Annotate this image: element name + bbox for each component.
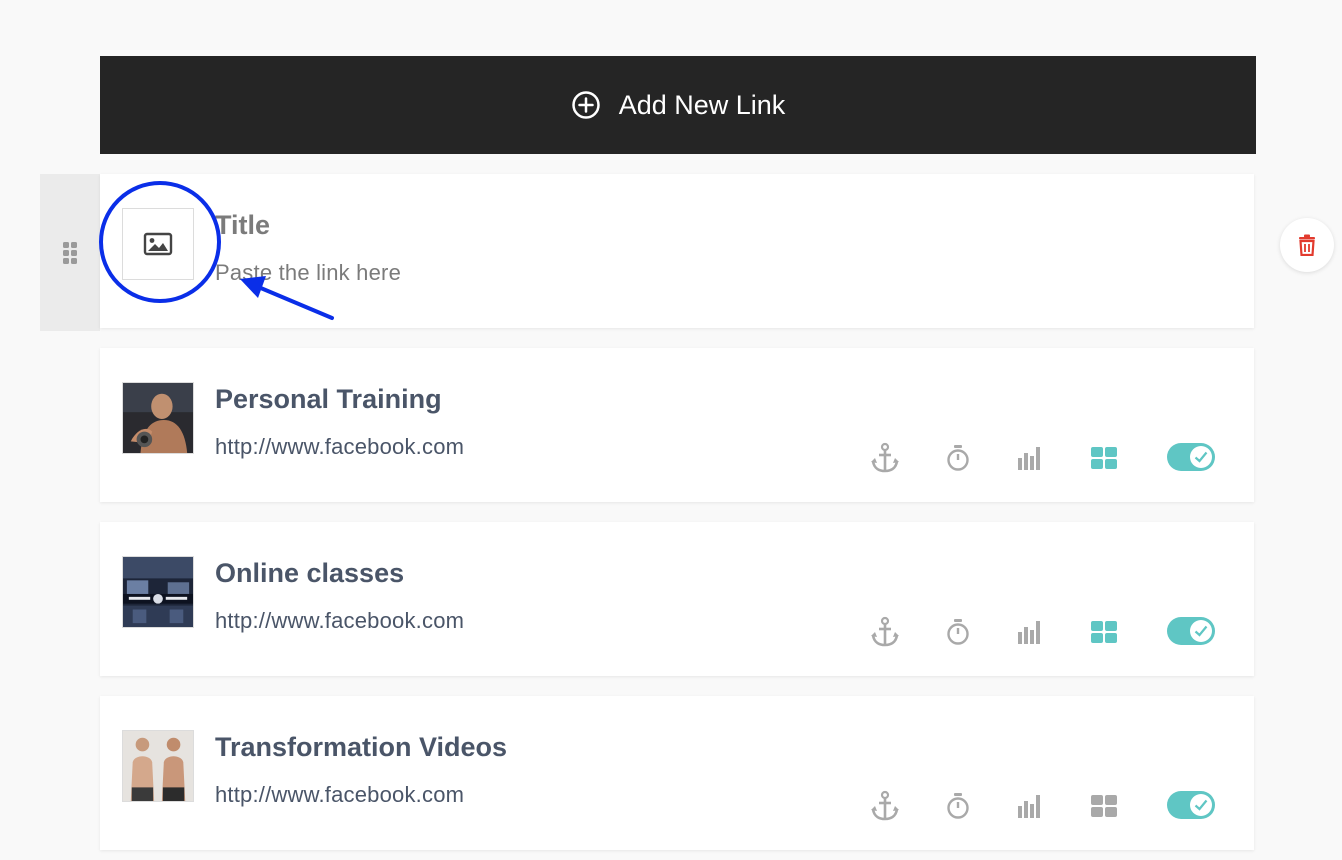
- trash-icon: [1299, 234, 1315, 256]
- timer-icon[interactable]: [944, 617, 972, 647]
- layout-grid-icon[interactable]: [1090, 446, 1118, 470]
- drag-handle[interactable]: [40, 174, 100, 331]
- link-title[interactable]: Online classes: [215, 558, 404, 589]
- url-input[interactable]: Paste the link here: [215, 260, 401, 286]
- anchor-icon[interactable]: [868, 615, 902, 649]
- link-card: Online classes http://www.facebook.com: [100, 522, 1254, 676]
- link-card: Transformation Videos http://www.faceboo…: [100, 696, 1254, 850]
- add-new-link-button[interactable]: Add New Link: [100, 56, 1256, 154]
- anchor-icon[interactable]: [868, 789, 902, 823]
- thumbnail-upload-button[interactable]: [122, 208, 194, 280]
- layout-grid-icon[interactable]: [1090, 620, 1118, 644]
- enable-toggle[interactable]: [1167, 617, 1215, 645]
- link-title[interactable]: Personal Training: [215, 384, 442, 415]
- title-input[interactable]: Title: [215, 210, 270, 241]
- link-card: Personal Training http://www.facebook.co…: [100, 348, 1254, 502]
- anchor-icon[interactable]: [868, 441, 902, 475]
- check-icon: [1190, 620, 1212, 642]
- stats-icon[interactable]: [1016, 791, 1044, 819]
- enable-toggle[interactable]: [1167, 443, 1215, 471]
- drag-grip-icon: [63, 241, 77, 264]
- image-icon: [143, 232, 173, 256]
- plus-circle-icon: [571, 90, 601, 120]
- link-title[interactable]: Transformation Videos: [215, 732, 507, 763]
- timer-icon[interactable]: [944, 443, 972, 473]
- stats-icon[interactable]: [1016, 617, 1044, 645]
- stats-icon[interactable]: [1016, 443, 1044, 471]
- timer-icon[interactable]: [944, 791, 972, 821]
- delete-button[interactable]: [1280, 218, 1334, 272]
- enable-toggle[interactable]: [1167, 791, 1215, 819]
- check-icon: [1190, 446, 1212, 468]
- check-icon: [1190, 794, 1212, 816]
- layout-grid-icon[interactable]: [1090, 794, 1118, 818]
- new-link-card: Title Paste the link here: [100, 174, 1254, 328]
- add-new-link-label: Add New Link: [618, 89, 786, 120]
